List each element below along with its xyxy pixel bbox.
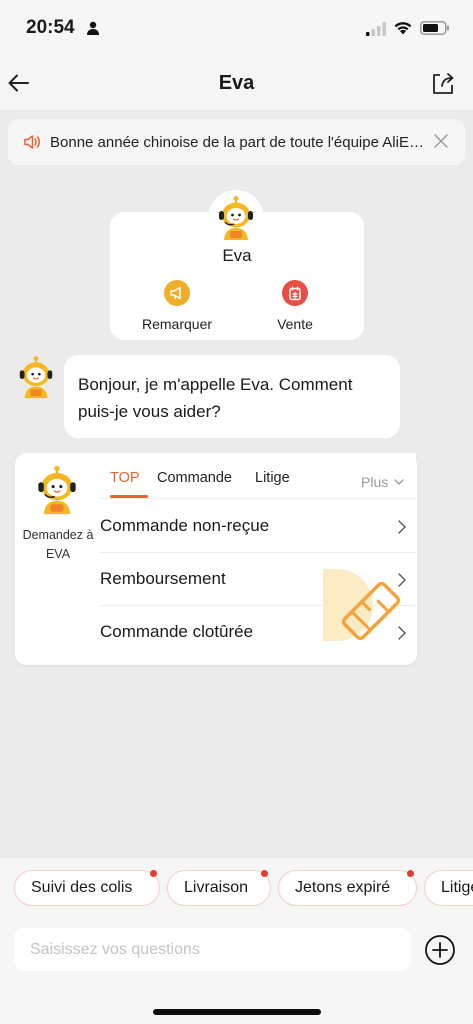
robot-icon [38,465,76,515]
eva-avatar [16,356,56,400]
chevron-right-icon [398,520,406,534]
chip-label: Suivi des colis [31,879,133,896]
announcement-banner[interactable]: Bonne année chinoise de la part de toute… [8,119,465,165]
person-icon [87,21,99,35]
megaphone-icon [164,280,190,306]
chevron-right-icon [398,573,406,587]
ask-eva-label: Demandez à EVA [22,528,94,561]
faq-tabs: TOP Commande Litige Plus [100,453,417,499]
eva-avatar [35,465,79,517]
quick-reply-chip[interactable]: Suivi des colis [14,870,160,906]
status-bar: 20:54 [0,0,473,58]
quick-reply-chip[interactable]: Litige [424,870,473,906]
announcement-text: Bonne année chinoise de la part de toute… [50,133,424,151]
faq-item-label: Commande non-reçue [100,516,270,535]
bot-message-bubble: Bonjour, je m'appelle Eva. Comment puis-… [64,355,400,438]
add-circle-icon[interactable] [424,934,456,966]
notification-dot [261,870,268,877]
speaker-icon [24,135,40,149]
faq-item-commande-non-recue[interactable]: Commande non-reçue [100,500,417,553]
chip-label: Livraison [184,879,249,896]
chevron-right-icon [398,626,406,640]
tab-top[interactable]: TOP [110,470,140,486]
chat-screen: 20:54 Eva Bonne année chinoise de la par… [0,0,473,1024]
vente-button[interactable]: Vente [240,280,350,332]
remarquer-label: Remarquer [141,316,213,332]
nav-bar: Eva [0,58,473,110]
more-tabs-button[interactable]: Plus [361,474,388,490]
notification-dot [407,870,414,877]
vente-label: Vente [277,316,313,332]
signal-icon [366,22,386,36]
faq-item-remboursement[interactable]: Remboursement [100,553,417,606]
faq-item-label: Commande clotûrée [100,622,254,641]
input-area: Suivi des colis Livraison Jetons expiré … [0,858,473,1024]
tab-commande[interactable]: Commande [157,470,232,486]
bot-avatar [208,190,264,246]
wifi-icon [394,22,412,35]
battery-icon [420,21,449,35]
faq-card: Demandez à EVA TOP Commande Litige Plus … [15,453,417,665]
bot-name: Eva [222,246,252,265]
message-input[interactable] [14,928,411,971]
faq-item-commande-cloturee[interactable]: Commande clotûrée [100,606,417,659]
quick-replies: Suivi des colis Livraison Jetons expiré … [0,868,473,908]
status-time: 20:54 [26,17,75,38]
remarquer-button[interactable]: Remarquer [122,280,232,332]
tab-litige[interactable]: Litige [255,470,290,486]
robot-icon [219,196,253,240]
quick-reply-chip[interactable]: Jetons expiré [278,870,417,906]
faq-item-label: Remboursement [100,569,226,588]
chevron-down-icon[interactable] [394,479,404,485]
quick-reply-chip[interactable]: Livraison [167,870,271,906]
active-tab-indicator [110,495,148,498]
chip-label: Jetons expiré [295,879,391,896]
robot-icon [19,356,53,399]
close-icon[interactable] [433,133,449,149]
notification-dot [150,870,157,877]
page-title: Eva [218,72,255,94]
sale-tag-icon [282,280,308,306]
home-indicator [153,1009,321,1015]
tabs-fade [296,453,416,498]
chip-label: Litige [441,879,473,896]
share-icon[interactable] [430,70,456,96]
